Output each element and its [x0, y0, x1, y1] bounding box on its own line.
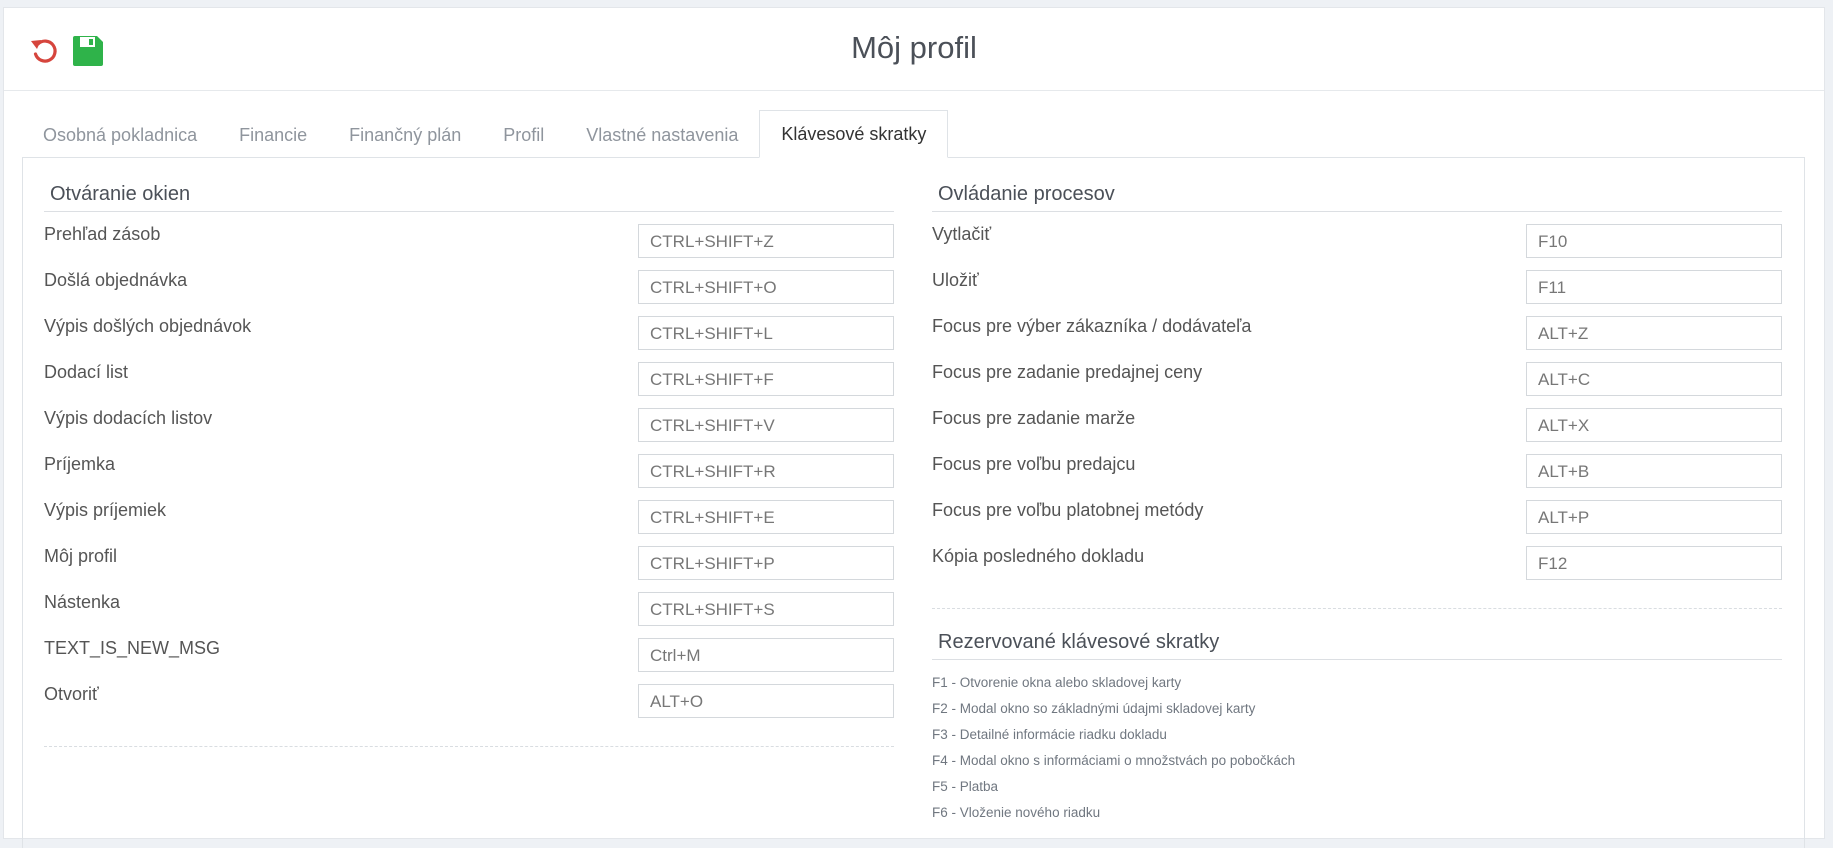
shortcut-label: Došlá objednávka — [44, 270, 188, 290]
shortcut-label: Focus pre výber zákazníka / dodávateľa — [932, 316, 1252, 336]
shortcut-row: Otvoriť ALT+O — [44, 675, 894, 721]
shortcut-row: Focus pre výber zákazníka / dodávateľa AL… — [932, 307, 1782, 353]
shortcut-label: Výpis dodacích listov — [44, 408, 213, 428]
shortcut-label: Focus pre voľbu predajcu — [932, 454, 1136, 474]
shortcut-row: Môj profil CTRL+SHIFT+P — [44, 537, 894, 583]
reserved-shortcut-item: F5 - Platba — [932, 779, 999, 794]
shortcut-input[interactable]: CTRL+SHIFT+S — [638, 592, 894, 626]
shortcut-label: Príjemka — [44, 454, 116, 474]
reserved-shortcut-item: F4 - Modal okno s informáciami o množstv… — [932, 753, 1296, 768]
shortcuts-panel: Otváranie okien Prehľad zásob CTRL+SHIFT+… — [22, 157, 1805, 848]
shortcut-label: Výpis došlých objednávok — [44, 316, 252, 336]
shortcut-input[interactable]: ALT+Z — [1526, 316, 1782, 350]
shortcut-input[interactable]: ALT+C — [1526, 362, 1782, 396]
shortcut-label: Prehľad zásob — [44, 224, 161, 244]
shortcut-label: Môj profil — [44, 546, 118, 566]
shortcut-input[interactable]: ALT+O — [638, 684, 894, 718]
shortcut-row: Výpis príjemiek CTRL+SHIFT+E — [44, 491, 894, 537]
reserved-shortcut-item: F3 - Detailné informácie riadku dokladu — [932, 727, 1167, 742]
shortcut-label: Výpis príjemiek — [44, 500, 167, 520]
tab-profil[interactable]: Profil — [482, 112, 565, 158]
shortcut-row: Focus pre voľbu predajcu ALT+B — [932, 445, 1782, 491]
shortcut-input[interactable]: F11 — [1526, 270, 1782, 304]
shortcut-row: TEXT_IS_NEW_MSG Ctrl+M — [44, 629, 894, 675]
windows-section: Otváranie okien Prehľad zásob CTRL+SHIFT+… — [44, 158, 894, 747]
tab-osobna-pokladnica[interactable]: Osobná pokladnica — [22, 112, 218, 158]
section-title-windows: Otváranie okien — [44, 158, 894, 212]
shortcut-input[interactable]: ALT+P — [1526, 500, 1782, 534]
shortcut-row: Focus pre zadanie predajnej ceny ALT+C — [932, 353, 1782, 399]
shortcut-label: Nástenka — [44, 592, 121, 612]
shortcut-input[interactable]: Ctrl+M — [638, 638, 894, 672]
page-title: Môj profil — [851, 30, 977, 65]
reserved-shortcut-item: F1 - Otvorenie okna alebo skladovej kart… — [932, 675, 1182, 690]
section-title-reserved: Rezervované klávesové skratky — [932, 609, 1782, 660]
shortcut-label: Dodací list — [44, 362, 129, 382]
shortcut-input[interactable]: CTRL+SHIFT+Z — [638, 224, 894, 258]
shortcut-label: Vytlačiť — [932, 224, 992, 244]
shortcut-input[interactable]: ALT+B — [1526, 454, 1782, 488]
shortcut-label: TEXT_IS_NEW_MSG — [44, 638, 221, 658]
section-title-processes: Ovládanie procesov — [932, 158, 1782, 212]
shortcut-input[interactable]: F12 — [1526, 546, 1782, 580]
shortcut-row: Focus pre voľbu platobnej metódy ALT+P — [932, 491, 1782, 537]
shortcut-label: Kópia posledného dokladu — [932, 546, 1145, 566]
reserved-shortcuts-list: F1 - Otvorenie okna alebo skladovej kart… — [932, 670, 1782, 826]
tab-financie[interactable]: Financie — [218, 112, 328, 158]
page-header: Môj profil — [4, 8, 1824, 91]
shortcut-input[interactable]: F10 — [1526, 224, 1782, 258]
shortcut-label: Otvoriť — [44, 684, 99, 704]
shortcut-row: Prehľad zásob CTRL+SHIFT+Z — [44, 215, 894, 261]
shortcut-label: Focus pre zadanie predajnej ceny — [932, 362, 1203, 382]
shortcut-row: Focus pre zadanie marže ALT+X — [932, 399, 1782, 445]
shortcut-row: Výpis došlých objednávok CTRL+SHIFT+L — [44, 307, 894, 353]
shortcut-row: Vytlačiť F10 — [932, 215, 1782, 261]
shortcut-label: Focus pre zadanie marže — [932, 408, 1136, 428]
shortcut-row: Nástenka CTRL+SHIFT+S — [44, 583, 894, 629]
reserved-shortcut-item: F6 - Vloženie nového riadku — [932, 805, 1101, 820]
shortcut-input[interactable]: CTRL+SHIFT+O — [638, 270, 894, 304]
shortcut-label: Uložiť — [932, 270, 979, 290]
processes-section: Ovládanie procesov Vytlačiť F10 Uložiť F11… — [932, 158, 1782, 826]
shortcut-input[interactable]: CTRL+SHIFT+E — [638, 500, 894, 534]
tab-financny-plan[interactable]: Finančný plán — [328, 112, 482, 158]
reserved-shortcut-item: F2 - Modal okno so základnými údajmi skl… — [932, 701, 1256, 716]
shortcut-input[interactable]: CTRL+SHIFT+R — [638, 454, 894, 488]
section-divider — [44, 746, 894, 747]
shortcut-row: Došlá objednávka CTRL+SHIFT+O — [44, 261, 894, 307]
shortcut-row: Kópia posledného dokladu F12 — [932, 537, 1782, 583]
shortcut-row: Príjemka CTRL+SHIFT+R — [44, 445, 894, 491]
shortcut-row: Výpis dodacích listov CTRL+SHIFT+V — [44, 399, 894, 445]
shortcut-row: Dodací list CTRL+SHIFT+F — [44, 353, 894, 399]
tab-bar: Osobná pokladnica Financie Finančný plán… — [22, 110, 949, 158]
profile-card: Môj profil Osobná pokladnica Financie Fi… — [3, 7, 1825, 848]
tab-klavesove-skratky[interactable]: Klávesové skratky — [759, 110, 949, 158]
shortcut-input[interactable]: ALT+X — [1526, 408, 1782, 442]
shortcut-input[interactable]: CTRL+SHIFT+P — [638, 546, 894, 580]
shortcut-input[interactable]: CTRL+SHIFT+F — [638, 362, 894, 396]
shortcut-input[interactable]: CTRL+SHIFT+V — [638, 408, 894, 442]
shortcut-input[interactable]: CTRL+SHIFT+L — [638, 316, 894, 350]
shortcut-label: Focus pre voľbu platobnej metódy — [932, 500, 1204, 520]
tab-vlastne-nastavenia[interactable]: Vlastné nastavenia — [565, 112, 759, 158]
shortcut-row: Uložiť F11 — [932, 261, 1782, 307]
